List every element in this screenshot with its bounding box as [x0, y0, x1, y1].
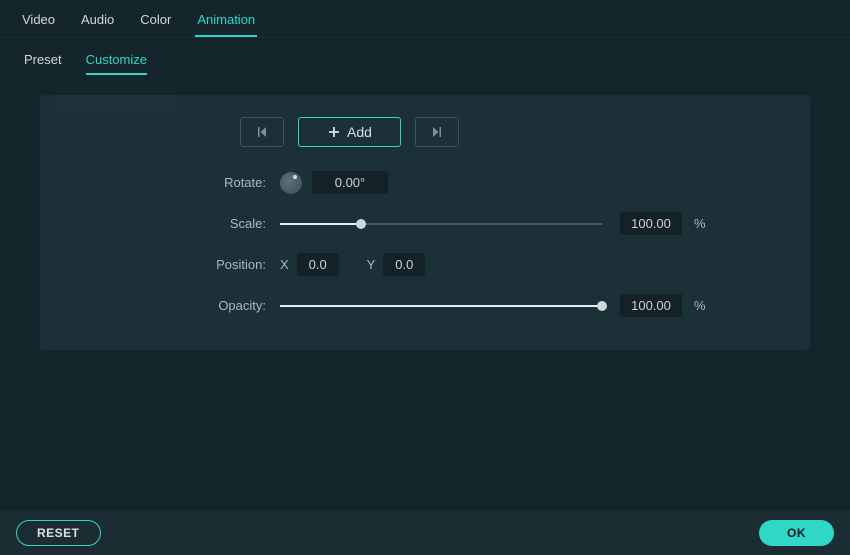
subtab-preset[interactable]: Preset [24, 52, 62, 75]
reset-button[interactable]: RESET [16, 520, 101, 546]
skip-back-icon [255, 125, 269, 139]
keyframe-toolbar: Add [240, 117, 780, 147]
rotate-label: Rotate: [70, 175, 280, 190]
opacity-value[interactable]: 100.00 [620, 294, 682, 317]
position-y-label: Y [367, 257, 376, 272]
position-label: Position: [70, 257, 280, 272]
scale-row: Scale: 100.00 % [70, 212, 780, 235]
top-tabs: Video Audio Color Animation [0, 0, 850, 38]
opacity-unit: % [694, 298, 706, 313]
tab-audio[interactable]: Audio [79, 8, 116, 37]
rotate-row: Rotate: 0.00° [70, 171, 780, 194]
add-keyframe-button[interactable]: Add [298, 117, 401, 147]
scale-label: Scale: [70, 216, 280, 231]
subtab-customize[interactable]: Customize [86, 52, 147, 75]
add-button-label: Add [347, 124, 372, 140]
sub-tabs: Preset Customize [0, 38, 850, 85]
rotate-knob[interactable] [280, 172, 302, 194]
tab-animation[interactable]: Animation [195, 8, 257, 37]
opacity-row: Opacity: 100.00 % [70, 294, 780, 317]
scale-value[interactable]: 100.00 [620, 212, 682, 235]
ok-button[interactable]: OK [759, 520, 834, 546]
scale-slider[interactable] [280, 217, 602, 231]
rotate-value[interactable]: 0.00° [312, 171, 388, 194]
skip-forward-icon [430, 125, 444, 139]
position-row: Position: X 0.0 Y 0.0 [70, 253, 780, 276]
tab-video[interactable]: Video [20, 8, 57, 37]
footer-bar: RESET OK [0, 511, 850, 555]
opacity-slider[interactable] [280, 299, 602, 313]
next-keyframe-button[interactable] [415, 117, 459, 147]
scale-unit: % [694, 216, 706, 231]
animation-panel: Add Rotate: 0.00° Scale: 100.00 % Positi… [40, 95, 810, 350]
prev-keyframe-button[interactable] [240, 117, 284, 147]
plus-icon [327, 125, 341, 139]
panel-shade [56, 95, 176, 113]
position-x-value[interactable]: 0.0 [297, 253, 339, 276]
position-x-label: X [280, 257, 289, 272]
position-y-value[interactable]: 0.0 [383, 253, 425, 276]
tab-color[interactable]: Color [138, 8, 173, 37]
opacity-label: Opacity: [70, 298, 280, 313]
